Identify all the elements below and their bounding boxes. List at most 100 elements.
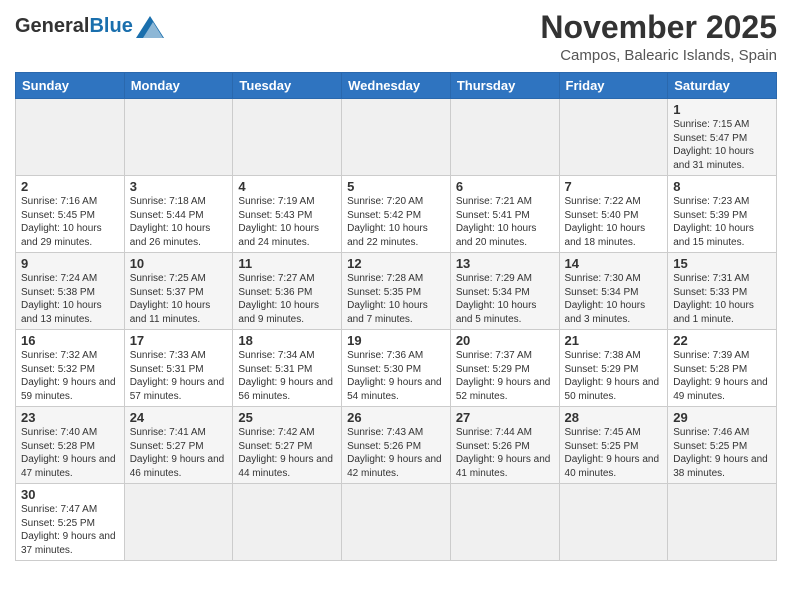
calendar-cell: 17Sunrise: 7:33 AM Sunset: 5:31 PM Dayli… (124, 330, 233, 407)
day-info: Sunrise: 7:32 AM Sunset: 5:32 PM Dayligh… (21, 349, 119, 403)
calendar-cell: 27Sunrise: 7:44 AM Sunset: 5:26 PM Dayli… (450, 407, 559, 484)
day-info: Sunrise: 7:28 AM Sunset: 5:35 PM Dayligh… (347, 272, 445, 326)
day-number: 13 (456, 256, 554, 271)
calendar-cell: 5Sunrise: 7:20 AM Sunset: 5:42 PM Daylig… (342, 176, 451, 253)
calendar-cell: 26Sunrise: 7:43 AM Sunset: 5:26 PM Dayli… (342, 407, 451, 484)
calendar-cell: 1Sunrise: 7:15 AM Sunset: 5:47 PM Daylig… (668, 99, 777, 176)
day-info: Sunrise: 7:36 AM Sunset: 5:30 PM Dayligh… (347, 349, 445, 403)
page-header: General Blue November 2025 Campos, Balea… (15, 10, 777, 64)
day-info: Sunrise: 7:37 AM Sunset: 5:29 PM Dayligh… (456, 349, 554, 403)
weekday-header-monday: Monday (124, 73, 233, 99)
day-info: Sunrise: 7:30 AM Sunset: 5:34 PM Dayligh… (565, 272, 663, 326)
calendar-cell: 19Sunrise: 7:36 AM Sunset: 5:30 PM Dayli… (342, 330, 451, 407)
logo-general-text: General (15, 15, 89, 38)
calendar-cell: 16Sunrise: 7:32 AM Sunset: 5:32 PM Dayli… (16, 330, 125, 407)
day-info: Sunrise: 7:15 AM Sunset: 5:47 PM Dayligh… (673, 118, 771, 172)
day-number: 14 (565, 256, 663, 271)
day-info: Sunrise: 7:39 AM Sunset: 5:28 PM Dayligh… (673, 349, 771, 403)
day-info: Sunrise: 7:25 AM Sunset: 5:37 PM Dayligh… (130, 272, 228, 326)
day-info: Sunrise: 7:21 AM Sunset: 5:41 PM Dayligh… (456, 195, 554, 249)
calendar-cell (124, 484, 233, 561)
calendar-week-row: 1Sunrise: 7:15 AM Sunset: 5:47 PM Daylig… (16, 99, 777, 176)
calendar-cell: 8Sunrise: 7:23 AM Sunset: 5:39 PM Daylig… (668, 176, 777, 253)
day-number: 7 (565, 179, 663, 194)
calendar-cell: 4Sunrise: 7:19 AM Sunset: 5:43 PM Daylig… (233, 176, 342, 253)
weekday-header-thursday: Thursday (450, 73, 559, 99)
title-area: November 2025 Campos, Balearic Islands, … (540, 10, 777, 64)
calendar-cell (233, 99, 342, 176)
day-info: Sunrise: 7:33 AM Sunset: 5:31 PM Dayligh… (130, 349, 228, 403)
day-number: 18 (238, 333, 336, 348)
day-number: 9 (21, 256, 119, 271)
calendar-cell (559, 99, 668, 176)
day-number: 26 (347, 410, 445, 425)
day-info: Sunrise: 7:47 AM Sunset: 5:25 PM Dayligh… (21, 503, 119, 557)
day-info: Sunrise: 7:34 AM Sunset: 5:31 PM Dayligh… (238, 349, 336, 403)
calendar-cell: 7Sunrise: 7:22 AM Sunset: 5:40 PM Daylig… (559, 176, 668, 253)
day-number: 15 (673, 256, 771, 271)
calendar-cell: 23Sunrise: 7:40 AM Sunset: 5:28 PM Dayli… (16, 407, 125, 484)
day-number: 10 (130, 256, 228, 271)
day-info: Sunrise: 7:45 AM Sunset: 5:25 PM Dayligh… (565, 426, 663, 480)
calendar-cell: 14Sunrise: 7:30 AM Sunset: 5:34 PM Dayli… (559, 253, 668, 330)
calendar-cell: 11Sunrise: 7:27 AM Sunset: 5:36 PM Dayli… (233, 253, 342, 330)
calendar-cell (342, 99, 451, 176)
calendar-cell (233, 484, 342, 561)
day-number: 2 (21, 179, 119, 194)
day-info: Sunrise: 7:40 AM Sunset: 5:28 PM Dayligh… (21, 426, 119, 480)
calendar-cell: 6Sunrise: 7:21 AM Sunset: 5:41 PM Daylig… (450, 176, 559, 253)
logo: General Blue (15, 10, 164, 38)
calendar-cell: 24Sunrise: 7:41 AM Sunset: 5:27 PM Dayli… (124, 407, 233, 484)
day-info: Sunrise: 7:16 AM Sunset: 5:45 PM Dayligh… (21, 195, 119, 249)
day-number: 17 (130, 333, 228, 348)
calendar-cell: 9Sunrise: 7:24 AM Sunset: 5:38 PM Daylig… (16, 253, 125, 330)
weekday-header-row: SundayMondayTuesdayWednesdayThursdayFrid… (16, 73, 777, 99)
day-number: 21 (565, 333, 663, 348)
calendar-week-row: 9Sunrise: 7:24 AM Sunset: 5:38 PM Daylig… (16, 253, 777, 330)
calendar-cell: 12Sunrise: 7:28 AM Sunset: 5:35 PM Dayli… (342, 253, 451, 330)
calendar-table: SundayMondayTuesdayWednesdayThursdayFrid… (15, 72, 777, 561)
calendar-week-row: 2Sunrise: 7:16 AM Sunset: 5:45 PM Daylig… (16, 176, 777, 253)
calendar-cell (342, 484, 451, 561)
calendar-cell (559, 484, 668, 561)
weekday-header-wednesday: Wednesday (342, 73, 451, 99)
logo-icon (136, 16, 164, 38)
day-info: Sunrise: 7:20 AM Sunset: 5:42 PM Dayligh… (347, 195, 445, 249)
day-info: Sunrise: 7:22 AM Sunset: 5:40 PM Dayligh… (565, 195, 663, 249)
calendar-cell: 22Sunrise: 7:39 AM Sunset: 5:28 PM Dayli… (668, 330, 777, 407)
day-number: 4 (238, 179, 336, 194)
calendar-week-row: 30Sunrise: 7:47 AM Sunset: 5:25 PM Dayli… (16, 484, 777, 561)
calendar-cell: 28Sunrise: 7:45 AM Sunset: 5:25 PM Dayli… (559, 407, 668, 484)
calendar-cell: 25Sunrise: 7:42 AM Sunset: 5:27 PM Dayli… (233, 407, 342, 484)
calendar-cell: 13Sunrise: 7:29 AM Sunset: 5:34 PM Dayli… (450, 253, 559, 330)
day-info: Sunrise: 7:19 AM Sunset: 5:43 PM Dayligh… (238, 195, 336, 249)
day-number: 5 (347, 179, 445, 194)
day-number: 22 (673, 333, 771, 348)
day-info: Sunrise: 7:46 AM Sunset: 5:25 PM Dayligh… (673, 426, 771, 480)
calendar-cell (450, 484, 559, 561)
calendar-cell: 18Sunrise: 7:34 AM Sunset: 5:31 PM Dayli… (233, 330, 342, 407)
day-info: Sunrise: 7:24 AM Sunset: 5:38 PM Dayligh… (21, 272, 119, 326)
day-number: 30 (21, 487, 119, 502)
day-info: Sunrise: 7:27 AM Sunset: 5:36 PM Dayligh… (238, 272, 336, 326)
day-number: 27 (456, 410, 554, 425)
calendar-week-row: 23Sunrise: 7:40 AM Sunset: 5:28 PM Dayli… (16, 407, 777, 484)
day-info: Sunrise: 7:44 AM Sunset: 5:26 PM Dayligh… (456, 426, 554, 480)
calendar-cell: 20Sunrise: 7:37 AM Sunset: 5:29 PM Dayli… (450, 330, 559, 407)
day-number: 12 (347, 256, 445, 271)
day-number: 20 (456, 333, 554, 348)
day-info: Sunrise: 7:29 AM Sunset: 5:34 PM Dayligh… (456, 272, 554, 326)
day-info: Sunrise: 7:42 AM Sunset: 5:27 PM Dayligh… (238, 426, 336, 480)
calendar-cell: 10Sunrise: 7:25 AM Sunset: 5:37 PM Dayli… (124, 253, 233, 330)
weekday-header-saturday: Saturday (668, 73, 777, 99)
day-info: Sunrise: 7:41 AM Sunset: 5:27 PM Dayligh… (130, 426, 228, 480)
calendar-cell: 2Sunrise: 7:16 AM Sunset: 5:45 PM Daylig… (16, 176, 125, 253)
calendar-cell: 30Sunrise: 7:47 AM Sunset: 5:25 PM Dayli… (16, 484, 125, 561)
day-number: 3 (130, 179, 228, 194)
weekday-header-sunday: Sunday (16, 73, 125, 99)
weekday-header-tuesday: Tuesday (233, 73, 342, 99)
month-title: November 2025 (540, 10, 777, 45)
calendar-cell (124, 99, 233, 176)
day-info: Sunrise: 7:31 AM Sunset: 5:33 PM Dayligh… (673, 272, 771, 326)
calendar-cell (450, 99, 559, 176)
